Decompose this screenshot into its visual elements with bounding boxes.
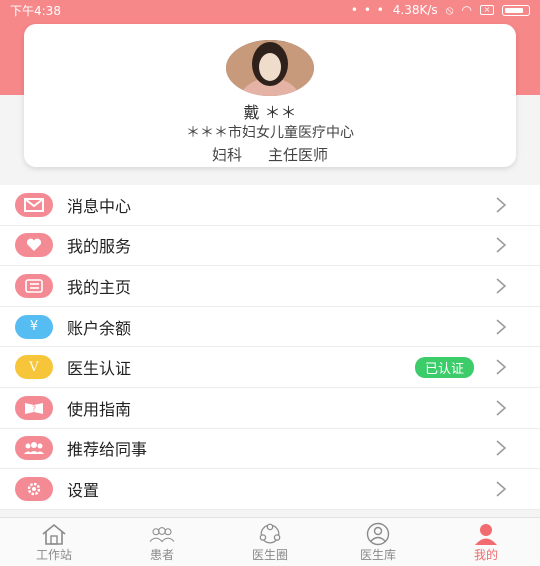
- tab-label: 患者: [149, 547, 174, 562]
- yen-icon: ¥: [15, 314, 53, 339]
- tab-label: 工作站: [35, 547, 72, 562]
- verified-badge: 已认证: [414, 356, 474, 378]
- hospital-name: ＊＊＊市妇女儿童医疗中心: [186, 125, 354, 141]
- bottom-tab-bar: 工作站 患者 医生圈 医生库 我的: [0, 517, 540, 566]
- menu-item-recommend-colleague[interactable]: 推荐给同事: [0, 429, 540, 470]
- tab-mine[interactable]: 我的: [432, 518, 540, 566]
- home-icon: [39, 522, 69, 546]
- menu-label: 设置: [67, 480, 100, 500]
- heart-icon: [15, 233, 53, 258]
- chevron-right-icon: [490, 275, 512, 297]
- menu-item-messages[interactable]: 消息中心: [0, 185, 540, 226]
- gear-icon: [15, 476, 53, 501]
- doctor-title: 主任医师: [268, 146, 329, 164]
- mute-icon: ⦸: [445, 2, 454, 17]
- status-time: 下午4:38: [10, 3, 61, 18]
- menu-label: 我的主页: [67, 277, 132, 297]
- chevron-right-icon: [490, 478, 512, 500]
- menu-item-my-homepage[interactable]: 我的主页: [0, 266, 540, 307]
- tab-label: 医生圈: [251, 547, 288, 562]
- verified-v-icon: V: [15, 355, 53, 380]
- menu-label: 账户余额: [67, 318, 132, 338]
- profile-card[interactable]: 戴 ＊＊ ＊＊＊市妇女儿童医疗中心 妇科 主任医师: [24, 24, 516, 167]
- chevron-right-icon: [490, 437, 512, 459]
- department: 妇科: [211, 146, 242, 164]
- menu-label: 我的服务: [67, 237, 132, 257]
- avatar[interactable]: [226, 40, 314, 96]
- patients-icon: [147, 522, 177, 546]
- wifi-icon: ◠: [461, 3, 472, 17]
- menu-item-settings[interactable]: 设置: [0, 469, 540, 510]
- list-icon: [15, 273, 53, 298]
- chevron-right-icon: [490, 356, 512, 378]
- menu-label: 使用指南: [67, 399, 132, 419]
- mail-icon: [15, 192, 53, 217]
- tab-label: 医生库: [359, 547, 396, 562]
- tab-workstation[interactable]: 工作站: [0, 518, 108, 566]
- menu-label: 消息中心: [67, 196, 132, 216]
- menu-label: 推荐给同事: [67, 440, 148, 460]
- svg-text:?: ?: [32, 404, 36, 413]
- tab-doctor-library[interactable]: 医生库: [324, 518, 432, 566]
- menu-item-account-balance[interactable]: ¥ 账户余额: [0, 307, 540, 348]
- chevron-right-icon: [490, 194, 512, 216]
- status-bar: 下午4:38 • • • 4.38K/s ⦸ ◠ ×: [0, 0, 540, 20]
- chevron-right-icon: [490, 397, 512, 419]
- sim-icon: ×: [480, 5, 494, 15]
- tab-label: 我的: [473, 547, 498, 562]
- menu-item-doctor-verification[interactable]: V 医生认证 已认证: [0, 347, 540, 388]
- guide-book-icon: ?: [15, 395, 53, 420]
- tab-patients[interactable]: 患者: [108, 518, 216, 566]
- tab-doctor-circle[interactable]: 医生圈: [216, 518, 324, 566]
- chevron-right-icon: [490, 234, 512, 256]
- profile-icon: [471, 522, 501, 546]
- menu-item-user-guide[interactable]: ? 使用指南: [0, 388, 540, 429]
- network-speed: 4.38K/s: [392, 3, 438, 17]
- menu-list: 消息中心 我的服务 我的主页 ¥ 账户余额 V 医生认证 已认证 ? 使用指南: [0, 185, 540, 510]
- menu-item-my-services[interactable]: 我的服务: [0, 226, 540, 267]
- notification-dots: • • •: [350, 3, 385, 17]
- doctor-name: 戴 ＊＊: [243, 103, 297, 122]
- battery-icon: [502, 4, 530, 16]
- menu-label: 医生认证: [67, 359, 132, 379]
- group-icon: [15, 436, 53, 461]
- doctor-circle-icon: [255, 522, 285, 546]
- chevron-right-icon: [490, 316, 512, 338]
- doctor-library-icon: [363, 522, 393, 546]
